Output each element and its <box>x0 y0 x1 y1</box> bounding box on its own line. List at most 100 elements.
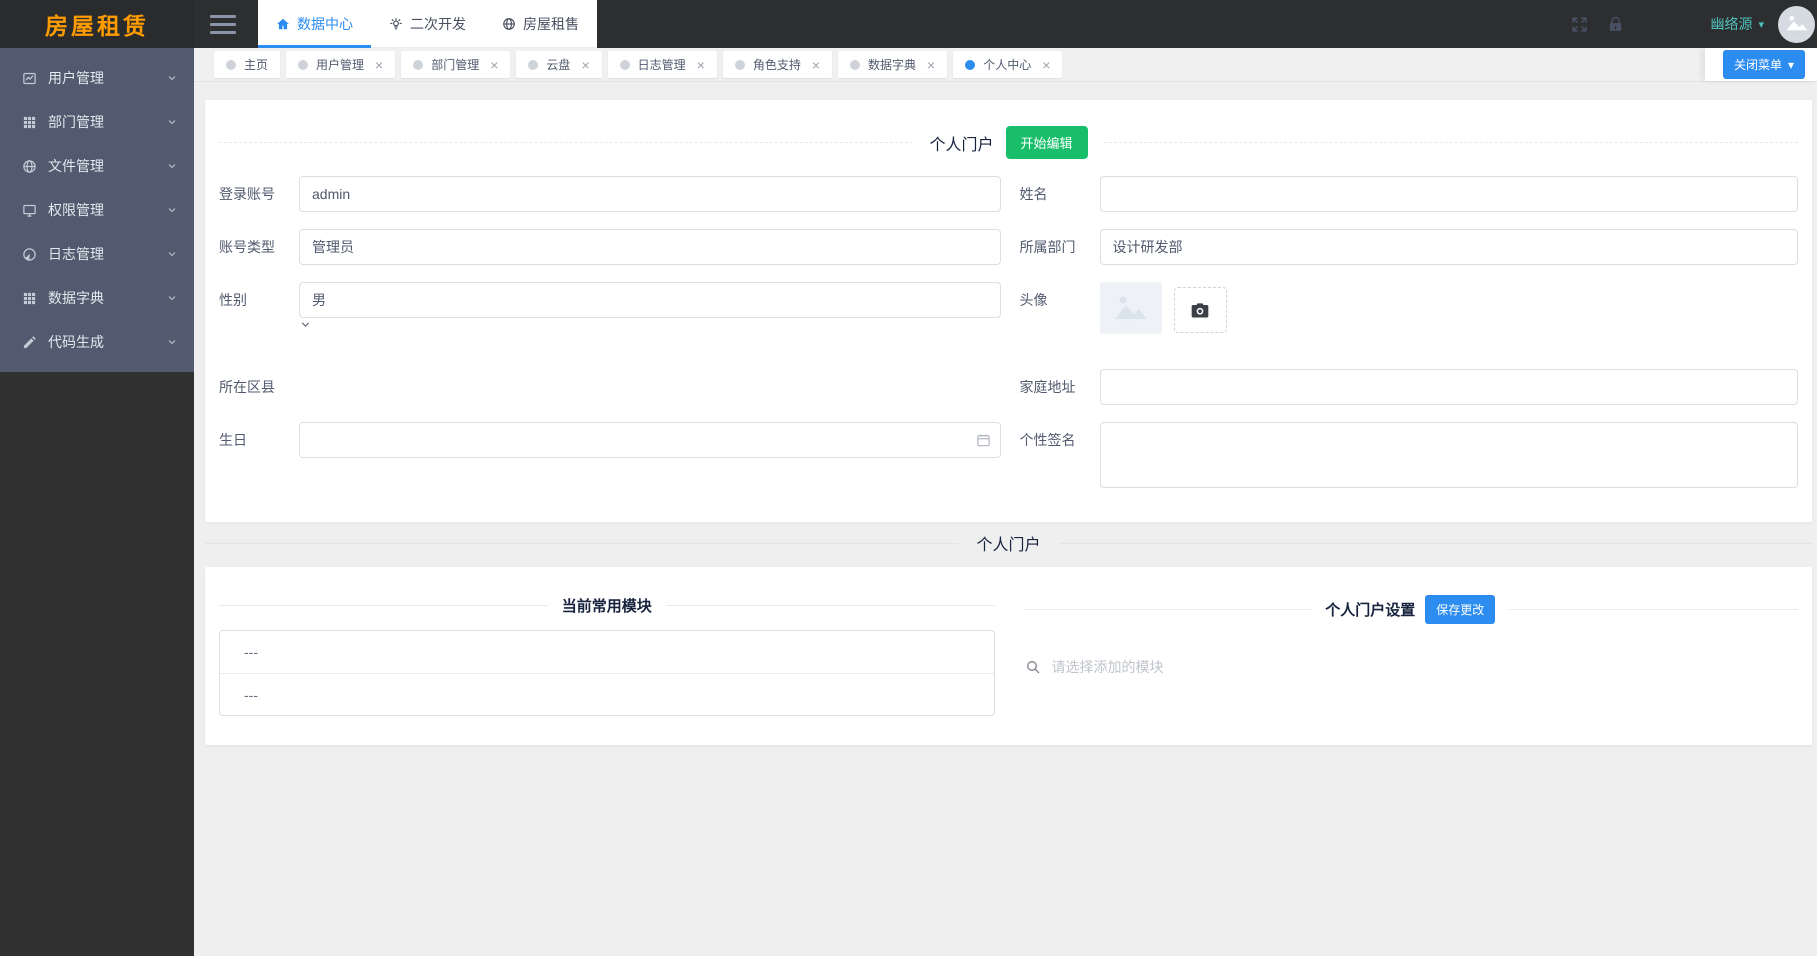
tab-label: 日志管理 <box>638 56 686 73</box>
section-title: 个人门户 <box>977 531 1041 555</box>
divider-line <box>219 142 913 143</box>
section-divider: 个人门户 <box>205 533 1812 553</box>
fullscreen-icon[interactable] <box>1570 15 1589 34</box>
search-icon <box>1025 659 1041 675</box>
tab-role-support[interactable]: 角色支持 × <box>723 51 832 78</box>
gender-label: 性别 <box>219 282 299 318</box>
address-label: 家庭地址 <box>1020 377 1100 397</box>
sidebar-item-dept-mgmt[interactable]: 部门管理 <box>0 100 194 144</box>
profile-card: 个人门户 开始编辑 登录账号 账号类型 性别 男 <box>205 100 1812 522</box>
username-text: 幽络源 <box>1710 14 1752 34</box>
sidebar-item-user-mgmt[interactable]: 用户管理 <box>0 56 194 100</box>
menu-toggle-icon[interactable] <box>210 15 236 34</box>
header-right: 幽络源 ▾ ··· <box>1570 0 1817 48</box>
tab-label: 主页 <box>244 56 268 73</box>
tab-label: 用户管理 <box>316 56 364 73</box>
sidebar-item-file-mgmt[interactable]: 文件管理 <box>0 144 194 188</box>
current-modules-panel: 当前常用模块 --- --- <box>205 567 1009 745</box>
gender-value: 男 <box>312 290 326 310</box>
sidebar-item-label: 部门管理 <box>48 112 104 132</box>
monitor-icon <box>22 203 37 218</box>
list-item[interactable]: --- <box>220 631 994 673</box>
form-row-district: 所在区县 <box>219 369 1001 405</box>
tab-dept-mgmt[interactable]: 部门管理 × <box>401 51 510 78</box>
module-row-text: --- <box>244 644 258 660</box>
tab-label: 个人中心 <box>983 56 1031 73</box>
name-input[interactable] <box>1100 176 1799 212</box>
nav-tab-data-center[interactable]: 数据中心 <box>258 0 371 48</box>
pie-chart-icon <box>22 247 37 262</box>
chevron-down-icon <box>166 116 178 128</box>
calendar-icon <box>976 433 991 448</box>
close-icon[interactable]: × <box>927 58 935 72</box>
close-icon[interactable]: × <box>812 58 820 72</box>
close-icon[interactable]: × <box>581 58 589 72</box>
profile-form: 登录账号 账号类型 性别 男 <box>219 176 1798 510</box>
close-menu-container: 关闭菜单 ▾ <box>1705 48 1817 81</box>
current-modules-title: 当前常用模块 <box>562 595 652 616</box>
user-menu[interactable]: 幽络源 ▾ <box>1710 14 1764 34</box>
save-changes-button[interactable]: 保存更改 <box>1425 595 1495 624</box>
sidebar-item-permission-mgmt[interactable]: 权限管理 <box>0 188 194 232</box>
sidebar-item-log-mgmt[interactable]: 日志管理 <box>0 232 194 276</box>
form-row-department: 所属部门 <box>1020 229 1799 265</box>
account-type-input[interactable] <box>299 229 1001 265</box>
birthday-input[interactable] <box>299 422 1001 458</box>
divider-line <box>1104 142 1798 143</box>
divider-line <box>219 605 548 606</box>
district-label: 所在区县 <box>219 377 299 397</box>
portal-settings-title-row: 个人门户设置 保存更改 <box>1023 595 1799 624</box>
signature-textarea[interactable] <box>1100 422 1799 488</box>
page-title: 个人门户 <box>929 131 993 155</box>
gender-select[interactable]: 男 <box>299 282 1001 318</box>
current-modules-title-row: 当前常用模块 <box>219 595 995 616</box>
form-row-address: 家庭地址 <box>1020 369 1799 405</box>
tab-home[interactable]: 主页 <box>214 51 280 78</box>
nav-tab-label: 数据中心 <box>297 14 353 34</box>
form-row-name: 姓名 <box>1020 176 1799 212</box>
close-menu-label: 关闭菜单 <box>1734 56 1782 73</box>
chevron-down-icon <box>166 160 178 172</box>
sidebar-item-label: 权限管理 <box>48 200 104 220</box>
portal-settings-panel: 个人门户设置 保存更改 <box>1009 567 1813 745</box>
chevron-down-icon <box>166 292 178 304</box>
module-search-input[interactable] <box>1050 658 1669 676</box>
nav-tab-label: 二次开发 <box>410 14 466 34</box>
lock-icon[interactable] <box>1607 16 1624 33</box>
close-menu-button[interactable]: 关闭菜单 ▾ <box>1723 50 1805 79</box>
start-edit-button[interactable]: 开始编辑 <box>1006 126 1088 159</box>
avatar-alt-text: ··· <box>1127 319 1134 324</box>
close-icon[interactable]: × <box>1042 58 1050 72</box>
sidebar-item-data-dict[interactable]: 数据字典 <box>0 276 194 320</box>
name-label: 姓名 <box>1020 184 1100 204</box>
tab-log-mgmt[interactable]: 日志管理 × <box>608 51 717 78</box>
close-icon[interactable]: × <box>490 58 498 72</box>
app-logo: 房屋租赁 <box>0 0 194 48</box>
nav-tab-house-rental[interactable]: 房屋租售 <box>484 0 597 48</box>
form-row-account-type: 账号类型 <box>219 229 1001 265</box>
tab-data-dict[interactable]: 数据字典 × <box>838 51 947 78</box>
tab-personal-center[interactable]: 个人中心 × <box>953 51 1062 78</box>
form-row-gender: 性别 男 <box>219 282 1001 344</box>
avatar-upload-button[interactable] <box>1174 287 1227 333</box>
tab-dot <box>620 60 630 70</box>
department-input[interactable] <box>1100 229 1799 265</box>
login-input[interactable] <box>299 176 1001 212</box>
main-content: 个人门户 开始编辑 登录账号 账号类型 性别 男 <box>194 82 1817 956</box>
tab-cloud-disk[interactable]: 云盘 × <box>516 51 601 78</box>
caret-down-icon: ▾ <box>1758 18 1764 31</box>
nav-tab-secondary-dev[interactable]: 二次开发 <box>371 0 484 48</box>
chevron-down-icon <box>166 204 178 216</box>
address-input[interactable] <box>1100 369 1799 405</box>
close-icon[interactable]: × <box>697 58 705 72</box>
camera-icon <box>1190 300 1210 320</box>
tab-user-mgmt[interactable]: 用户管理 × <box>286 51 395 78</box>
top-nav: 数据中心 二次开发 房屋租售 <box>258 0 597 48</box>
header: 房屋租赁 数据中心 二次开发 房屋租售 <box>0 0 1817 48</box>
globe-icon <box>22 159 37 174</box>
sidebar-item-code-gen[interactable]: 代码生成 <box>0 320 194 364</box>
close-icon[interactable]: × <box>375 58 383 72</box>
list-item[interactable]: --- <box>220 673 994 715</box>
avatar[interactable]: ··· <box>1778 6 1815 43</box>
tab-dot <box>298 60 308 70</box>
